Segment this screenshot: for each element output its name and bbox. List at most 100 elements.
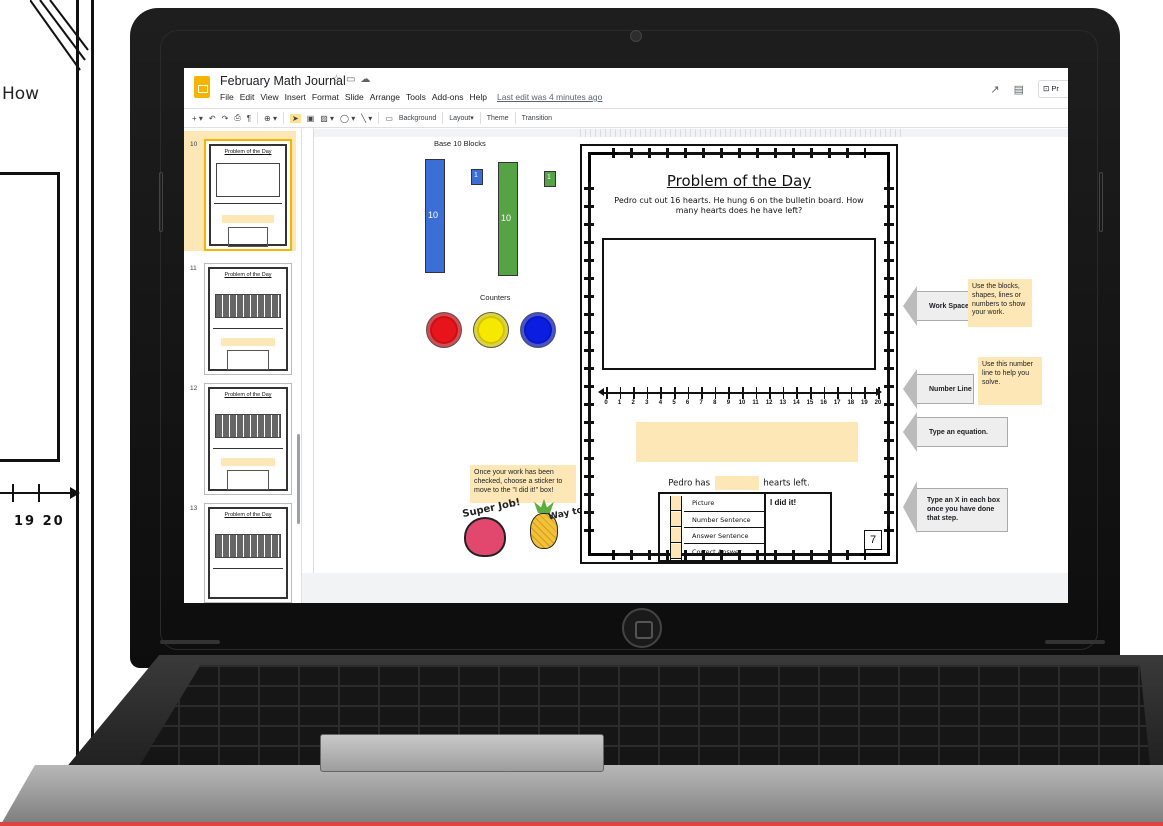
work-space-box[interactable] xyxy=(602,238,876,370)
work-space-note[interactable]: Use the blocks, shapes, lines or numbers… xyxy=(968,279,1032,327)
keyboard-rows xyxy=(140,665,1150,765)
activity-trend-icon[interactable]: ↗ xyxy=(990,83,999,96)
toolbar-divider xyxy=(479,112,481,124)
zoom-icon[interactable]: ⊕ ▾ xyxy=(264,114,277,123)
new-slide-icon[interactable]: + ▾ xyxy=(192,114,203,123)
menu-edit[interactable]: Edit xyxy=(240,92,255,102)
slide-thumbnail-10[interactable]: Problem of the Day xyxy=(204,139,292,251)
speaker-notes-divider[interactable] xyxy=(302,573,1068,603)
row-divider xyxy=(684,511,764,512)
thumbnail-work-box xyxy=(216,163,280,197)
slide-thumbnail-12[interactable]: Problem of the Day xyxy=(204,383,292,495)
unit-cube-blue[interactable]: 1 xyxy=(471,169,483,185)
unit-cube-label: 1 xyxy=(547,174,551,181)
worksheet-title: Problem of the Day xyxy=(666,172,812,190)
number-line-label: 12 xyxy=(765,400,773,406)
menu-tools[interactable]: Tools xyxy=(406,92,426,102)
number-line-label: 7 xyxy=(699,400,703,406)
checkbox-callout[interactable]: Type an X in each box once you have done… xyxy=(903,481,1008,533)
menu-arrange[interactable]: Arrange xyxy=(370,92,400,102)
sticker-instructions-note[interactable]: Once your work has been checked, choose … xyxy=(470,465,576,503)
checkbox-number-sentence[interactable] xyxy=(671,512,681,527)
equation-callout[interactable]: Type an equation. xyxy=(903,412,1008,452)
thumbnail-checklist xyxy=(228,227,268,247)
checkbox-answer-sentence[interactable] xyxy=(671,528,681,543)
number-line-tick xyxy=(782,387,785,399)
equation-input-box[interactable] xyxy=(636,422,858,462)
number-line-label: 0 xyxy=(604,400,608,406)
counter-blue[interactable] xyxy=(520,312,556,348)
super-job-sticker[interactable] xyxy=(464,517,506,557)
menu-help[interactable]: Help xyxy=(470,92,487,102)
undo-icon[interactable]: ↶ xyxy=(209,114,216,123)
menu-addons[interactable]: Add-ons xyxy=(432,92,464,102)
select-cursor-icon[interactable]: ➤ xyxy=(289,113,301,123)
number-line-note[interactable]: Use this number line to help you solve. xyxy=(978,357,1042,405)
bezel-slot xyxy=(159,172,163,232)
menu-format[interactable]: Format xyxy=(312,92,339,102)
column-divider xyxy=(764,494,766,560)
thumbnail-equation-box xyxy=(221,338,275,346)
number-line-label: 8 xyxy=(713,400,717,406)
slides-logo-icon[interactable] xyxy=(194,76,210,98)
slide-thumbnail-11[interactable]: Problem of the Day xyxy=(204,263,292,375)
checklist-item: Picture xyxy=(692,499,715,507)
paint-format-icon[interactable]: ¶ xyxy=(247,114,251,123)
ten-rod-green[interactable]: 10 xyxy=(498,162,518,276)
thumbnail-number-line xyxy=(213,328,283,329)
checkbox-column xyxy=(670,496,682,560)
folder-icon[interactable]: ▭ xyxy=(346,74,360,85)
menu-file[interactable]: File xyxy=(220,92,234,102)
menu-view[interactable]: View xyxy=(260,92,278,102)
redo-icon[interactable]: ↷ xyxy=(222,114,229,123)
number-line-tick xyxy=(633,387,635,399)
print-icon[interactable]: ⎙ xyxy=(234,113,240,123)
number-line-tick xyxy=(755,387,758,399)
star-icon[interactable]: ☆ xyxy=(332,74,346,85)
shape-icon[interactable]: ◯ ▾ xyxy=(340,114,355,123)
counter-red[interactable] xyxy=(426,312,462,348)
worksheet-border-rails xyxy=(612,148,866,158)
thumbnail-title: Problem of the Day xyxy=(224,392,272,398)
layout-button[interactable]: Layout▾ xyxy=(449,114,474,122)
present-label: Pr xyxy=(1051,84,1059,93)
number-line-tick xyxy=(878,387,880,399)
number-line-label: 11 xyxy=(752,400,759,406)
number-line-tick xyxy=(810,387,812,399)
unit-cube-green[interactable]: 1 xyxy=(544,171,556,187)
slide-canvas: Base 10 Blocks 10 1 10 1 Counters Once y… xyxy=(302,129,1068,603)
ten-rod-blue[interactable]: 10 xyxy=(425,159,445,273)
checklist-table: Picture Number Sentence Answer Sentence … xyxy=(658,492,832,562)
document-title[interactable]: February Math Journal xyxy=(220,74,346,88)
menu-insert[interactable]: Insert xyxy=(285,92,306,102)
background-number: 20 xyxy=(42,514,65,529)
theme-button[interactable]: Theme xyxy=(487,115,509,122)
background-rail xyxy=(76,0,94,826)
page-edge xyxy=(0,822,1163,826)
cloud-icon[interactable]: ☁ xyxy=(360,74,375,85)
comments-icon[interactable]: ▤ xyxy=(1014,83,1024,96)
thumbnail-title: Problem of the Day xyxy=(224,149,272,155)
counter-yellow[interactable] xyxy=(473,312,509,348)
menu-slide[interactable]: Slide xyxy=(345,92,364,102)
filmstrip-scrollbar[interactable] xyxy=(297,434,300,524)
trackpad xyxy=(320,734,604,772)
number-line-label: 19 xyxy=(861,400,868,406)
arrow-left-icon xyxy=(598,388,604,396)
text-box-icon[interactable]: ▣ xyxy=(307,114,315,123)
checkbox-picture[interactable] xyxy=(671,496,681,511)
present-button[interactable]: ⊡ Pr xyxy=(1038,80,1068,98)
background-button[interactable]: Background xyxy=(399,115,436,122)
number-line-callout[interactable]: Number Line xyxy=(903,369,974,409)
slide-thumbnail-13[interactable]: Problem of the Day xyxy=(204,503,292,603)
answer-blank-input[interactable] xyxy=(714,476,759,490)
checkbox-correct-answer[interactable] xyxy=(671,544,681,559)
transition-button[interactable]: Transition xyxy=(522,115,552,122)
checklist-item: Answer Sentence xyxy=(692,532,749,540)
last-edit-link[interactable]: Last edit was 4 minutes ago xyxy=(497,92,602,102)
image-icon[interactable]: ▨ ▾ xyxy=(320,114,334,123)
comment-add-icon[interactable]: ▭ xyxy=(385,114,393,123)
thumbnail-number-line xyxy=(214,203,282,204)
number-line-axis xyxy=(604,392,876,394)
line-icon[interactable]: ╲ ▾ xyxy=(361,114,372,123)
